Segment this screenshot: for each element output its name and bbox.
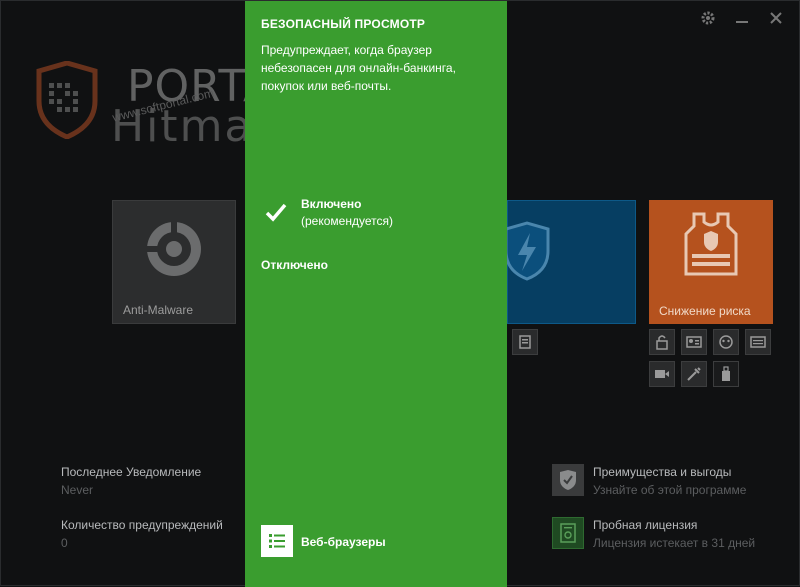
usb-icon: [722, 366, 730, 381]
id-card-small-button[interactable]: [512, 329, 538, 355]
safe-browsing-panel: БЕЗОПАСНЫЙ ПРОСМОТР Предупреждает, когда…: [245, 1, 507, 587]
warnings-count-value: 0: [61, 536, 68, 550]
window-controls: [699, 9, 785, 27]
option-enabled-note: (рекомендуется): [301, 214, 393, 228]
keyboard-icon: [750, 336, 766, 348]
lock-small-button[interactable]: [649, 329, 675, 355]
risk-reduction-tile[interactable]: Снижение риска: [649, 200, 773, 324]
antimalware-label: Anti-Malware: [123, 303, 194, 317]
document-icon: [519, 335, 531, 349]
usb-button[interactable]: [713, 361, 739, 387]
crosshair-icon: [146, 221, 201, 276]
id-card-button[interactable]: [681, 329, 707, 355]
syringe-icon: [687, 367, 701, 381]
browsers-list-icon[interactable]: [261, 525, 293, 557]
license-certificate-icon[interactable]: [552, 517, 584, 549]
softportal-watermark: PORTAL Hitma www.softportal.com: [15, 21, 299, 161]
panel-description: Предупреждает, когда браузер небезопасен…: [261, 43, 456, 93]
mask-icon: [719, 335, 733, 349]
antimalware-tile[interactable]: Anti-Malware: [112, 200, 236, 324]
option-enabled[interactable]: Включено: [301, 197, 361, 211]
vest-icon: [684, 212, 738, 276]
gear-icon[interactable]: [699, 9, 717, 27]
safe-browsing-tile[interactable]: [504, 200, 636, 324]
unlock-icon: [656, 335, 668, 350]
minimize-icon[interactable]: [733, 9, 751, 27]
panel-title: БЕЗОПАСНЫЙ ПРОСМОТР: [261, 17, 426, 31]
close-icon[interactable]: [767, 9, 785, 27]
last-notification-value: Never: [61, 483, 94, 497]
video-camera-icon: [655, 370, 669, 378]
keyboard-button[interactable]: [745, 329, 771, 355]
last-notification-label: Последнее Уведомление: [61, 465, 202, 479]
app-window: PORTAL Hitma www.softportal.com Anti-Mal…: [0, 0, 800, 587]
mask-button[interactable]: [713, 329, 739, 355]
warnings-count-label: Количество предупреждений: [61, 518, 223, 532]
benefits-title[interactable]: Преимущества и выгоды: [593, 465, 731, 479]
license-title[interactable]: Пробная лицензия: [593, 518, 697, 532]
risk-reduction-label: Снижение риска: [659, 304, 751, 318]
option-disabled[interactable]: Отключено: [261, 258, 328, 272]
license-subtitle: Лицензия истекает в 31 дней: [593, 536, 756, 550]
benefits-subtitle: Узнайте об этой программе: [593, 483, 747, 497]
browsers-label[interactable]: Веб-браузеры: [301, 535, 386, 549]
watermark-shield-icon: [36, 61, 98, 139]
benefits-shield-icon[interactable]: [552, 464, 584, 496]
shield-lightning-icon: [504, 221, 550, 281]
syringe-button[interactable]: [681, 361, 707, 387]
checkmark-icon[interactable]: [265, 201, 287, 223]
id-card-icon: [686, 336, 702, 348]
camera-button[interactable]: [649, 361, 675, 387]
